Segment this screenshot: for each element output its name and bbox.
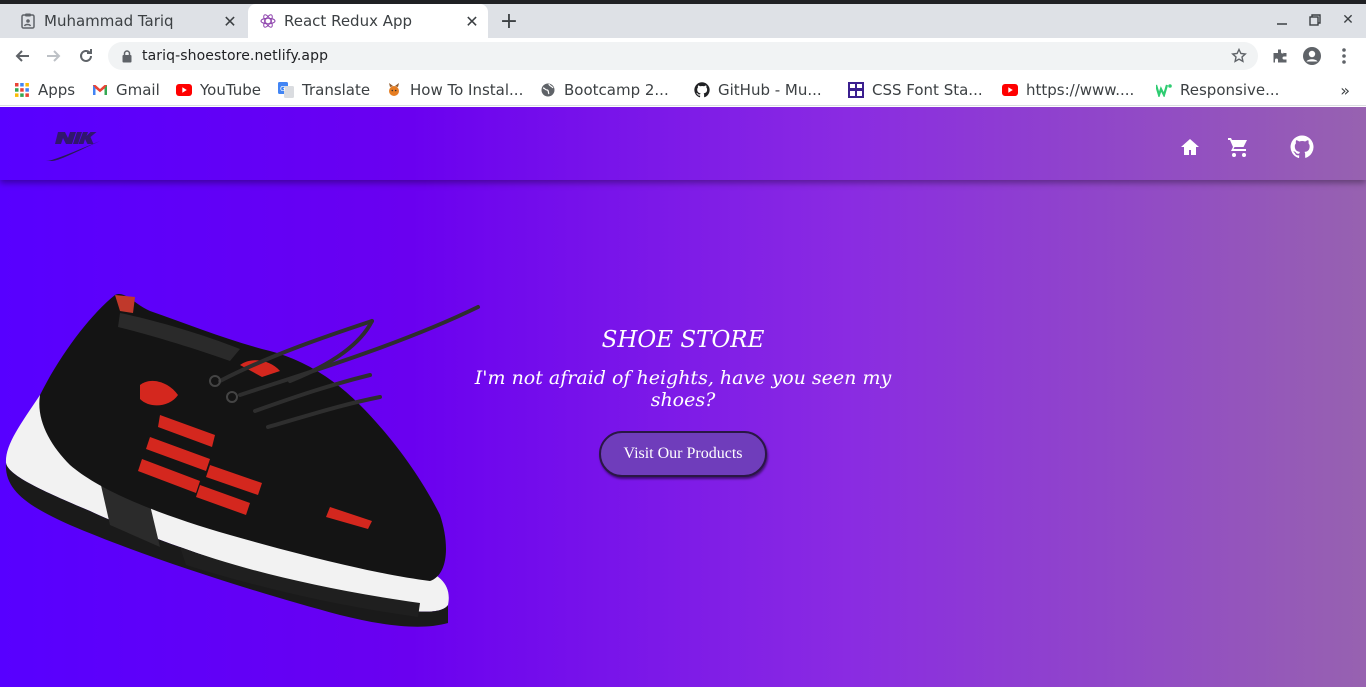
w-icon xyxy=(1156,82,1172,98)
bookmark-youtube[interactable]: YouTube xyxy=(176,80,261,100)
bookmark-label: CSS Font Sta... xyxy=(872,81,983,99)
svg-text:G: G xyxy=(280,85,285,93)
bookmark-label: Gmail xyxy=(116,81,160,99)
bookmark-how-to-install[interactable]: How To Instal... xyxy=(386,80,523,100)
clipboard-icon xyxy=(20,13,36,29)
url-text: tariq-shoestore.netlify.app xyxy=(142,48,329,64)
bookmarks-bar: Apps Gmail YouTube G Translate How To In… xyxy=(0,74,1366,106)
globe-icon xyxy=(540,82,556,98)
cart-icon[interactable] xyxy=(1226,135,1250,159)
shoe-image xyxy=(0,285,482,630)
address-bar[interactable]: tariq-shoestore.netlify.app xyxy=(108,42,1258,70)
tab-title: React Redux App xyxy=(284,12,413,30)
bookmark-label: GitHub - Mu... xyxy=(718,81,822,99)
bookmark-css-font-stack[interactable]: CSS Font Sta... xyxy=(848,80,983,100)
hero-subtitle: I'm not afraid of heights, have you seen… xyxy=(474,367,892,411)
more-bookmarks-icon[interactable]: » xyxy=(1340,81,1350,100)
menu-kebab-icon[interactable] xyxy=(1334,46,1354,66)
github-icon xyxy=(694,82,710,98)
cssfont-icon xyxy=(848,82,864,98)
tab-muhammad-tariq[interactable]: Muhammad Tariq ✕ xyxy=(8,4,246,38)
lock-icon xyxy=(120,49,134,63)
bookmark-label: Apps xyxy=(38,81,76,99)
bookmark-label: Translate xyxy=(302,81,371,99)
shoe-store-page: SHOE STORE I'm not afraid of heights, ha… xyxy=(0,107,1366,687)
extensions-icon[interactable] xyxy=(1270,46,1290,66)
restore-icon[interactable] xyxy=(1305,10,1325,30)
translate-icon: G xyxy=(278,82,294,98)
profile-icon[interactable] xyxy=(1302,46,1322,66)
react-icon xyxy=(260,13,276,29)
reload-icon[interactable] xyxy=(74,44,98,68)
browser-toolbar: tariq-shoestore.netlify.app xyxy=(0,38,1366,74)
bookmark-star-icon[interactable] xyxy=(1230,47,1248,65)
tab-react-redux-app[interactable]: React Redux App ✕ xyxy=(248,4,488,38)
tab-title: Muhammad Tariq xyxy=(44,12,174,30)
bookmark-label: Responsive... xyxy=(1180,81,1280,99)
close-tab-icon[interactable]: ✕ xyxy=(462,11,482,31)
forward-icon[interactable] xyxy=(42,44,66,68)
bookmark-responsive[interactable]: Responsive... xyxy=(1156,80,1279,100)
bookmark-youtube-link[interactable]: https://www.... xyxy=(1002,80,1134,100)
youtube-icon xyxy=(1002,82,1018,98)
hero-title: SHOE STORE xyxy=(601,327,765,353)
bookmark-label: https://www.... xyxy=(1026,81,1135,99)
minimize-icon[interactable] xyxy=(1272,10,1292,30)
gmail-icon xyxy=(92,82,108,98)
bookmark-apps[interactable]: Apps xyxy=(14,80,75,100)
nike-logo[interactable] xyxy=(44,127,102,165)
back-icon[interactable] xyxy=(10,44,34,68)
apps-grid-icon xyxy=(14,82,30,98)
bookmark-github[interactable]: GitHub - Mu... xyxy=(694,80,822,100)
close-window-icon[interactable]: ✕ xyxy=(1338,10,1358,30)
github-icon[interactable] xyxy=(1290,135,1314,159)
site-navbar xyxy=(0,107,1366,180)
bookmark-label: Bootcamp 2... xyxy=(564,81,669,99)
tab-strip: Muhammad Tariq ✕ React Redux App ✕ + ✕ xyxy=(0,0,1366,38)
bookmark-translate[interactable]: G Translate xyxy=(278,80,370,100)
youtube-icon xyxy=(176,82,192,98)
bookmark-label: YouTube xyxy=(200,81,261,99)
new-tab-icon[interactable]: + xyxy=(498,9,520,34)
hero-section: SHOE STORE I'm not afraid of heights, ha… xyxy=(470,327,896,477)
close-tab-icon[interactable]: ✕ xyxy=(220,11,240,31)
visit-products-button[interactable]: Visit Our Products xyxy=(599,431,767,477)
bookmark-label: How To Instal... xyxy=(410,81,524,99)
cat-icon xyxy=(386,82,402,98)
home-icon[interactable] xyxy=(1178,135,1202,159)
bookmark-bootcamp[interactable]: Bootcamp 2... xyxy=(540,80,669,100)
bookmark-gmail[interactable]: Gmail xyxy=(92,80,160,100)
